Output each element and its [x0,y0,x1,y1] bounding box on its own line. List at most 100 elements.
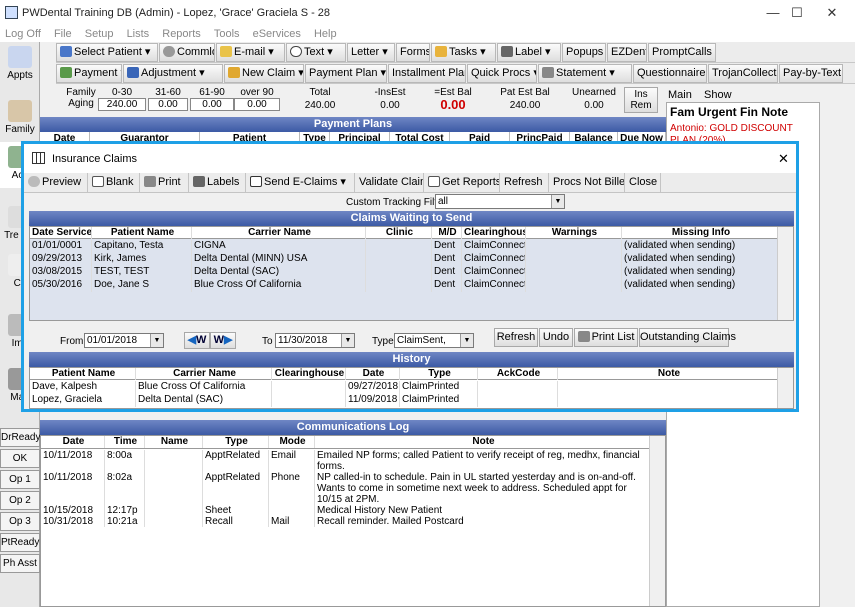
_w-cell: Dent [432,266,462,279]
app-icon [5,6,18,19]
col-clearinghouse: Clearinghouse [272,368,346,380]
ezdent-button[interactable]: EZDent [607,43,647,62]
tracking-filter-select[interactable]: all ▼ [435,194,565,209]
_h-cell: Dave, Kalpesh [30,381,136,394]
week-back-button[interactable]: ◀W [184,332,210,349]
from-date-field[interactable]: 01/01/2018 ▼ [84,333,164,348]
blank-button[interactable]: Blank [88,173,140,192]
popups-button[interactable]: Popups [562,43,606,62]
magnifier-icon [28,176,40,187]
select-patient-button[interactable]: Select Patient ▾ [56,43,158,62]
tasks-button[interactable]: Tasks ▾ [431,43,496,62]
refresh-button[interactable]: Refresh [500,173,549,192]
statement-button[interactable]: Statement ▾ [538,64,632,83]
history-scrollbar[interactable] [777,368,793,408]
get-reports-button[interactable]: Get Reports [424,173,500,192]
col-note: Note [315,436,651,448]
menu-bar: Log Off File Setup Lists Reports Tools e… [0,26,855,42]
validate-claims-button[interactable]: Validate Claims [355,173,424,192]
est-bal-value: 0.00 [440,97,466,112]
aging-value-31-60: 0.00 [148,98,188,111]
print-list-button[interactable]: Print List [574,328,638,347]
ins-rem-button[interactable]: Ins Rem [624,87,658,113]
type-select[interactable]: ClaimSent, Claim▼ [394,333,474,348]
menu-file[interactable]: File [49,26,77,42]
status-drready-button[interactable]: DrReady [0,428,40,447]
menu-log-off[interactable]: Log Off [0,26,46,42]
promptcalls-button[interactable]: PromptCalls [648,43,716,62]
label-button[interactable]: Label ▾ [497,43,561,62]
quick-procs-button[interactable]: Quick Procs ▾ [467,64,537,83]
week-forward-button[interactable]: W▶ [210,332,236,349]
outstanding-claims-button[interactable]: Outstanding Claims [639,328,736,347]
menu-setup[interactable]: Setup [80,26,119,42]
_w-cell [366,279,432,292]
module-family[interactable]: Family [0,96,40,142]
close-button[interactable]: Close [625,173,661,192]
send-eclaims-button[interactable]: Send E-Claims ▾ [246,173,355,192]
menu-help[interactable]: Help [309,26,342,42]
text-button[interactable]: Text ▾ [286,43,346,62]
_w-cell [526,266,622,279]
forms-button[interactable]: Forms [396,43,430,62]
ins-est-label: -InsEst [374,87,406,98]
letter-button[interactable]: Letter ▾ [347,43,395,62]
procs-not-billed-button[interactable]: Procs Not Billed [549,173,625,192]
payment-button[interactable]: Payment ▾ [56,64,122,83]
status-op2-button[interactable]: Op 2 [0,491,40,510]
preview-button[interactable]: Preview [24,173,88,192]
commlog-button[interactable]: Commlog [159,43,215,62]
_h-cell: Delta Dental (SAC) [136,394,272,407]
aging-col-0-30: 0-30 [111,87,132,98]
tab-main[interactable]: Main [668,89,692,101]
menu-eservices[interactable]: eServices [248,26,306,42]
_h-cell: Lopez, Graciela [30,394,136,407]
status-op1-button[interactable]: Op 1 [0,470,40,489]
status-op3-button[interactable]: Op 3 [0,512,40,531]
module-appts[interactable]: Appts [0,42,40,88]
status-phasst-button[interactable]: Ph Asst [0,554,40,573]
labels-button[interactable]: Labels [189,173,246,192]
status-ptready-button[interactable]: PtReady [0,533,40,552]
_w-cell: (validated when sending) [622,279,779,292]
_c-cell: 8:02a [105,472,145,505]
_c-cell: Emailed NP forms; called Patient to veri… [315,450,651,472]
email-button[interactable]: E-mail ▾ [216,43,285,62]
close-window-button[interactable]: ✕ [809,0,855,26]
col-note: Note [558,368,779,380]
urgent-note-title: Fam Urgent Fin Note [670,105,789,119]
menu-reports[interactable]: Reports [157,26,206,42]
_c-cell: Mail [269,516,315,527]
history-refresh-button[interactable]: Refresh [494,328,538,347]
questionnaire-button[interactable]: Questionnaire [633,64,707,83]
blank-page-icon [92,176,104,187]
installment-plan-button[interactable]: Installment Plan [388,64,466,83]
dialog-close-icon[interactable]: ✕ [778,151,789,167]
_w-cell: Doe, Jane S [92,279,192,292]
col-type: Type [203,436,269,448]
payment-plan-button[interactable]: Payment Plan ▾ [305,64,387,83]
pay-by-text-button[interactable]: Pay-by-Text [779,64,843,83]
trojancollect-button[interactable]: TrojanCollect [708,64,778,83]
to-date-field[interactable]: 11/30/2018 ▼ [275,333,355,348]
to-label: To [262,336,273,347]
aging-label: Aging [68,98,94,109]
aging-value-0-30: 240.00 [98,98,146,111]
col-date-service: Date Service [32,227,92,239]
chevron-down-icon: ▼ [551,195,564,208]
col-carrier-name: Carrier Name [192,227,366,239]
commlog-scrollbar[interactable] [649,436,665,606]
claims-waiting-scrollbar[interactable] [777,227,793,320]
adjustment-button[interactable]: Adjustment ▾ [123,64,223,83]
col-md: M/D [432,227,462,239]
menu-lists[interactable]: Lists [122,26,155,42]
status-ok-button[interactable]: OK [0,449,40,468]
claim-icon [228,67,240,78]
tab-show[interactable]: Show [704,89,732,101]
new-claim-button[interactable]: New Claim ▾ [224,64,304,83]
total-label: Total [309,87,331,98]
print-button[interactable]: Print [140,173,189,192]
eclaim-icon [250,176,262,187]
undo-button[interactable]: Undo [539,328,573,347]
menu-tools[interactable]: Tools [209,26,245,42]
